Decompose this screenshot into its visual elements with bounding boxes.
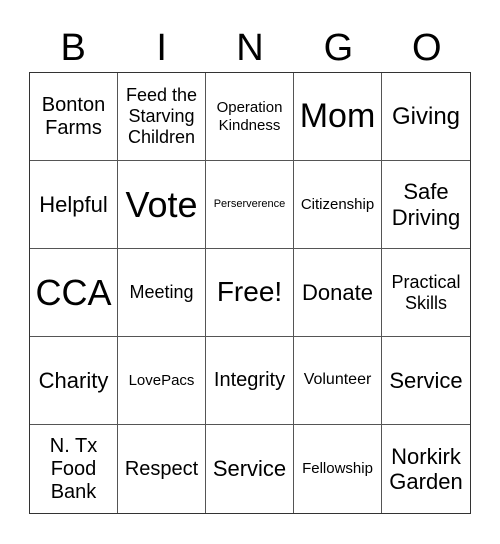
bingo-cell[interactable]: Safe Driving: [382, 161, 470, 249]
bingo-cell[interactable]: Vote: [118, 161, 206, 249]
bingo-cell[interactable]: Charity: [30, 337, 118, 425]
bingo-grid: Bonton Farms Feed the Starving Children Op…: [29, 72, 471, 514]
bingo-cell[interactable]: Service: [206, 425, 294, 513]
bingo-cell[interactable]: N. Tx Food Bank: [30, 425, 118, 513]
bingo-cell[interactable]: Operation Kindness: [206, 73, 294, 161]
bingo-cell[interactable]: Integrity: [206, 337, 294, 425]
bingo-cell[interactable]: Citizenship: [294, 161, 382, 249]
bingo-cell[interactable]: Donate: [294, 249, 382, 337]
bingo-cell[interactable]: Mom: [294, 73, 382, 161]
header-letter-i: I: [156, 27, 167, 69]
header-letter-g: G: [323, 27, 354, 69]
bingo-cell[interactable]: CCA: [30, 249, 118, 337]
bingo-cell[interactable]: Service: [382, 337, 470, 425]
bingo-cell[interactable]: Norkirk Garden: [382, 425, 470, 513]
bingo-cell[interactable]: Helpful: [30, 161, 118, 249]
header-letter-b: B: [60, 27, 86, 69]
header-letter-o: O: [412, 27, 442, 69]
bingo-cell[interactable]: Meeting: [118, 249, 206, 337]
bingo-cell[interactable]: Volunteer: [294, 337, 382, 425]
bingo-cell[interactable]: Respect: [118, 425, 206, 513]
bingo-cell[interactable]: Feed the Starving Children: [118, 73, 206, 161]
header-letter-n: N: [236, 27, 264, 69]
bingo-cell[interactable]: Giving: [382, 73, 470, 161]
free-space-cell[interactable]: Free!: [206, 249, 294, 337]
bingo-cell[interactable]: Fellowship: [294, 425, 382, 513]
bingo-cell[interactable]: Practical Skills: [382, 249, 470, 337]
bingo-cell[interactable]: Bonton Farms: [30, 73, 118, 161]
bingo-cell[interactable]: Perserverence: [206, 161, 294, 249]
bingo-header: B I N G O: [29, 24, 471, 72]
bingo-cell[interactable]: LovePacs: [118, 337, 206, 425]
